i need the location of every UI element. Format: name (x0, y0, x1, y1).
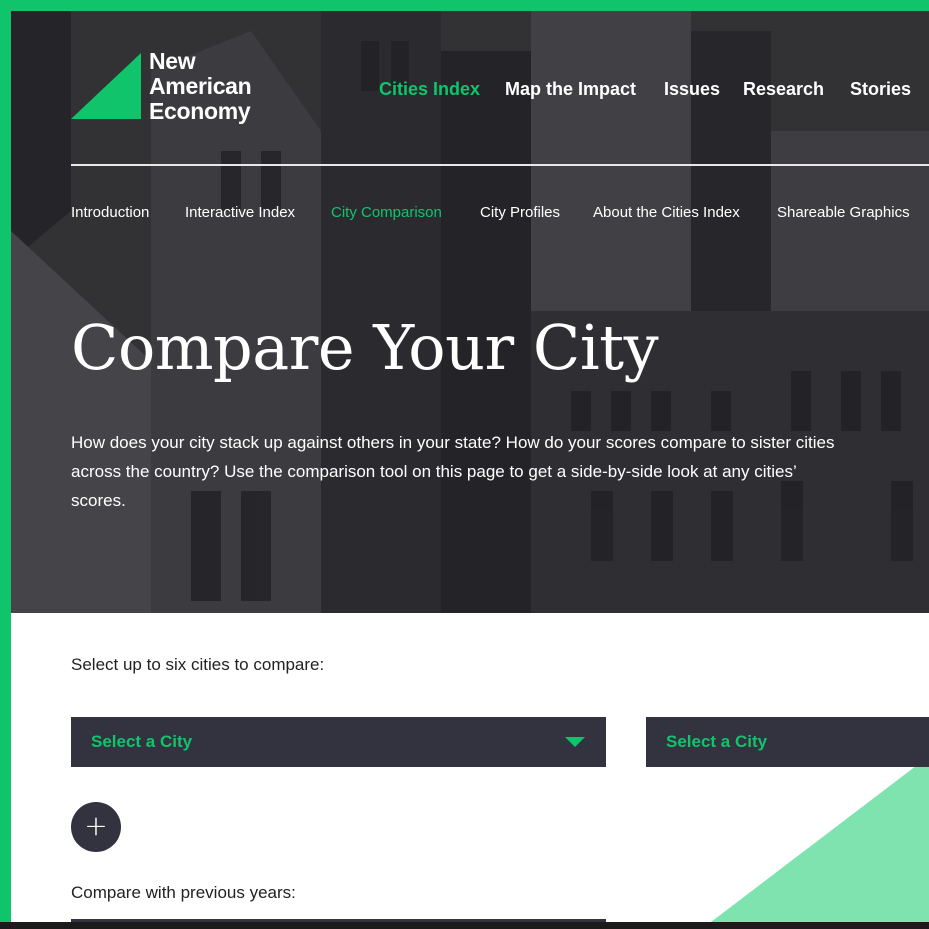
city-select-1-placeholder: Select a City (91, 732, 193, 751)
logo-line-2: American (149, 73, 252, 99)
main-nav-cities-index[interactable]: Cities Index (379, 79, 480, 100)
main-nav-research[interactable]: Research (743, 79, 824, 100)
main-nav-map-the-impact[interactable]: Map the Impact (505, 79, 636, 100)
sub-nav-introduction[interactable]: Introduction (71, 204, 149, 221)
year-select[interactable] (71, 919, 606, 922)
nav-divider (71, 164, 929, 166)
main-nav-issues[interactable]: Issues (664, 79, 720, 100)
city-select-2[interactable]: Select a City (646, 717, 929, 767)
plus-icon: + (84, 809, 108, 842)
city-select-2-placeholder: Select a City (666, 732, 768, 751)
city-select-1[interactable]: Select a City (71, 717, 606, 767)
select-cities-label: Select up to six cities to compare: (71, 655, 325, 674)
chevron-down-icon (565, 737, 585, 747)
sub-nav-city-comparison[interactable]: City Comparison (331, 204, 442, 221)
sub-nav-about-the-cities-index[interactable]: About the Cities Index (593, 204, 740, 221)
comparison-tool: Select up to six cities to compare: Sele… (11, 613, 929, 922)
main-nav-stories[interactable]: Stories (850, 79, 911, 100)
hero-section: New American Economy Cities Index Map th… (11, 11, 929, 613)
bottom-strip (0, 922, 929, 929)
page: New American Economy Cities Index Map th… (11, 11, 929, 922)
logo-triangle-icon[interactable] (71, 53, 141, 119)
decorative-green-triangle (711, 756, 929, 922)
logo-line-3: Economy (149, 98, 251, 124)
page-title: Compare Your City (71, 311, 659, 384)
sub-nav-interactive-index[interactable]: Interactive Index (185, 204, 295, 221)
hero-description: How does your city stack up against othe… (71, 433, 835, 510)
sub-nav-shareable-graphics[interactable]: Shareable Graphics (777, 204, 910, 221)
logo-line-1: New (149, 48, 196, 74)
compare-years-label: Compare with previous years: (71, 883, 296, 902)
logo-wordmark[interactable]: New American Economy (149, 48, 252, 124)
sub-nav-city-profiles[interactable]: City Profiles (480, 204, 560, 221)
add-city-button[interactable]: + (71, 802, 121, 852)
